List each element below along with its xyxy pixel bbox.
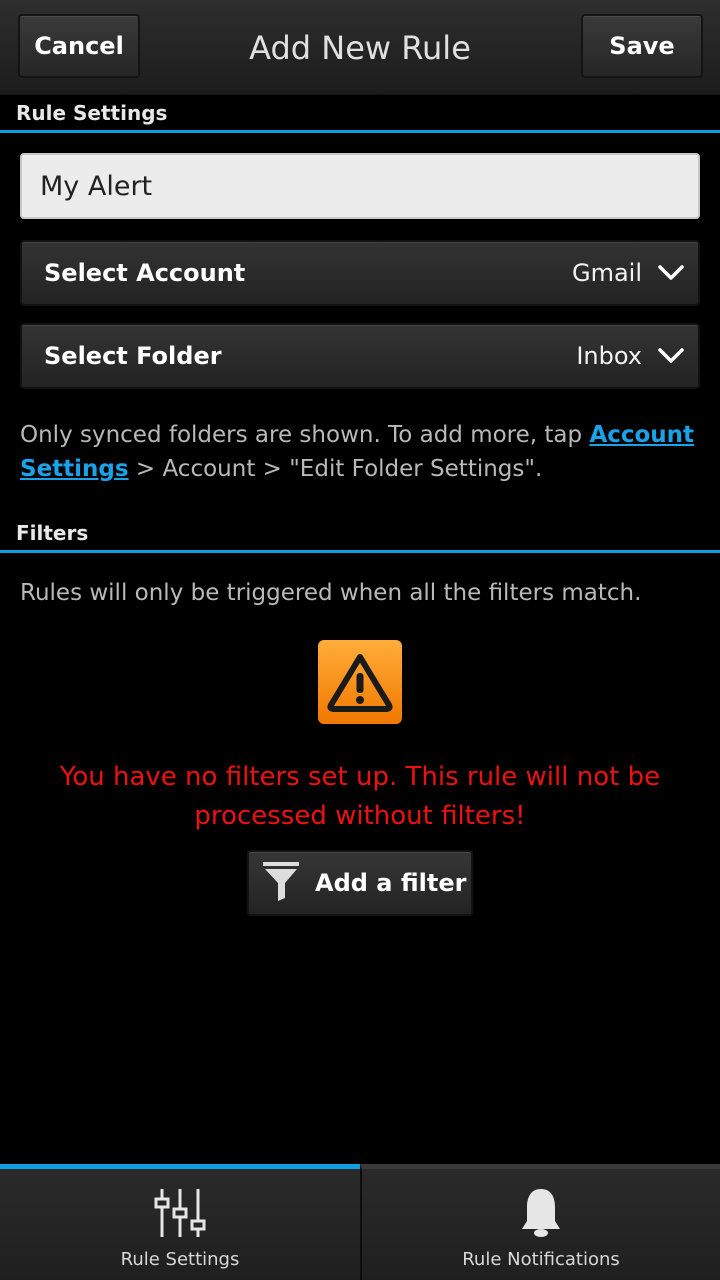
title-bar: Cancel Add New Rule Save <box>0 0 720 95</box>
warning-icon <box>318 640 402 724</box>
select-account-dropdown[interactable]: Select Account Gmail <box>20 240 700 306</box>
info-prefix: Only synced folders are shown. To add mo… <box>20 422 590 448</box>
add-new-rule-screen: Cancel Add New Rule Save Rule Settings M… <box>0 0 720 1280</box>
select-folder-label: Select Folder <box>44 342 222 370</box>
select-folder-dropdown[interactable]: Select Folder Inbox <box>20 323 700 389</box>
select-account-value: Gmail <box>571 259 642 287</box>
filters-header: Filters <box>0 515 720 553</box>
chevron-down-icon <box>658 343 684 369</box>
tab-rule-settings[interactable]: Rule Settings <box>0 1164 360 1280</box>
bell-icon <box>511 1183 571 1243</box>
add-filter-label: Add a filter <box>315 869 467 897</box>
bottom-tab-bar: Rule Settings Rule Notifications <box>0 1164 720 1280</box>
filters-info-text: Rules will only be triggered when all th… <box>20 580 642 606</box>
rule-name-input[interactable]: My Alert <box>20 153 700 219</box>
tab-rule-notifications-label: Rule Notifications <box>462 1249 620 1270</box>
synced-folders-info: Only synced folders are shown. To add mo… <box>20 418 710 486</box>
rule-settings-header: Rule Settings <box>0 95 720 133</box>
tab-rule-settings-label: Rule Settings <box>120 1249 240 1270</box>
save-button[interactable]: Save <box>581 14 703 78</box>
chevron-down-icon <box>658 260 684 286</box>
add-filter-button[interactable]: Add a filter <box>247 850 473 916</box>
select-folder-value: Inbox <box>576 342 642 370</box>
no-filters-warning: You have no filters set up. This rule wi… <box>59 762 661 831</box>
cancel-button[interactable]: Cancel <box>18 14 140 78</box>
info-suffix: > Account > "Edit Folder Settings". <box>128 456 543 482</box>
page-title: Add New Rule <box>249 28 471 67</box>
filter-funnel-icon <box>261 860 301 906</box>
tab-rule-notifications[interactable]: Rule Notifications <box>360 1164 720 1280</box>
select-account-label: Select Account <box>44 259 246 287</box>
sliders-icon <box>150 1183 210 1243</box>
